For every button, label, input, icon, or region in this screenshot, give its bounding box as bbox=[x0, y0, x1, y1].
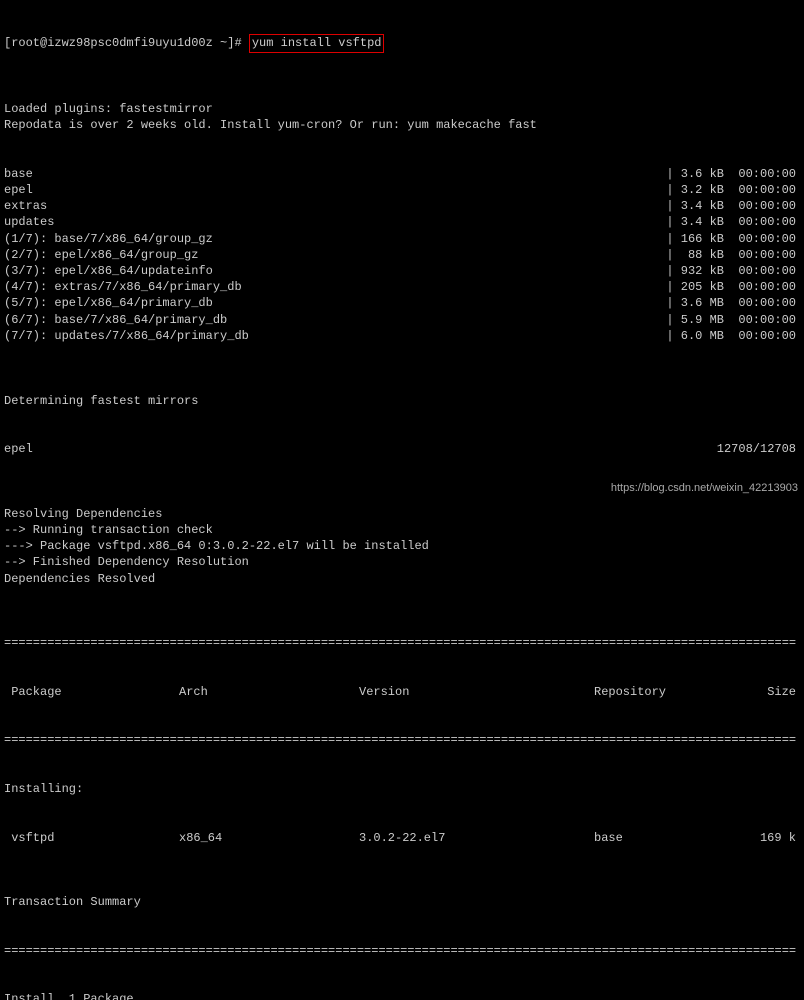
rule-double-bot: ========================================… bbox=[4, 732, 800, 748]
download-row: base| 3.6 kB 00:00:00 bbox=[4, 166, 796, 182]
output-line: Resolving Dependencies bbox=[4, 506, 800, 522]
output-line: Repodata is over 2 weeks old. Install yu… bbox=[4, 117, 800, 133]
rule-summary: ========================================… bbox=[4, 943, 800, 959]
download-row: (3/7): epel/x86_64/updateinfo| 932 kB 00… bbox=[4, 263, 796, 279]
download-row: (7/7): updates/7/x86_64/primary_db| 6.0 … bbox=[4, 328, 796, 344]
download-row: extras| 3.4 kB 00:00:00 bbox=[4, 198, 796, 214]
output-line: Dependencies Resolved bbox=[4, 571, 800, 587]
rule-double-top: ========================================… bbox=[4, 635, 800, 651]
prompt-line: [root@izwz98psc0dmfi9uyu1d00z ~]# yum in… bbox=[4, 34, 800, 52]
output-line: Loaded plugins: fastestmirror bbox=[4, 101, 800, 117]
output-line: Transaction Summary bbox=[4, 894, 800, 910]
download-row: epel| 3.2 kB 00:00:00 bbox=[4, 182, 796, 198]
table-row: vsftpd x86_64 3.0.2-22.el7 base 169 k bbox=[4, 830, 796, 846]
watermark: https://blog.csdn.net/weixin_42213903 bbox=[611, 481, 798, 496]
table-header: Package Arch Version Repository Size bbox=[4, 684, 796, 700]
download-row: updates| 3.4 kB 00:00:00 bbox=[4, 214, 796, 230]
output-line: ---> Package vsftpd.x86_64 0:3.0.2-22.el… bbox=[4, 538, 800, 554]
download-row: (6/7): base/7/x86_64/primary_db| 5.9 MB … bbox=[4, 312, 796, 328]
install-summary: Install 1 Package bbox=[4, 991, 800, 1000]
table-section: Installing: bbox=[4, 781, 800, 797]
output-line: --> Finished Dependency Resolution bbox=[4, 554, 800, 570]
epel-progress: epel 12708/12708 bbox=[4, 441, 796, 457]
terminal-output: [root@izwz98psc0dmfi9uyu1d00z ~]# yum in… bbox=[0, 0, 804, 1000]
download-row: (5/7): epel/x86_64/primary_db| 3.6 MB 00… bbox=[4, 295, 796, 311]
shell-prompt: [root@izwz98psc0dmfi9uyu1d00z ~]# bbox=[4, 36, 249, 50]
command-highlight: yum install vsftpd bbox=[249, 34, 385, 52]
mirror-line: Determining fastest mirrors bbox=[4, 393, 800, 409]
download-row: (4/7): extras/7/x86_64/primary_db| 205 k… bbox=[4, 279, 796, 295]
output-line: --> Running transaction check bbox=[4, 522, 800, 538]
download-row: (2/7): epel/x86_64/group_gz| 88 kB 00:00… bbox=[4, 247, 796, 263]
download-row: (1/7): base/7/x86_64/group_gz| 166 kB 00… bbox=[4, 231, 796, 247]
